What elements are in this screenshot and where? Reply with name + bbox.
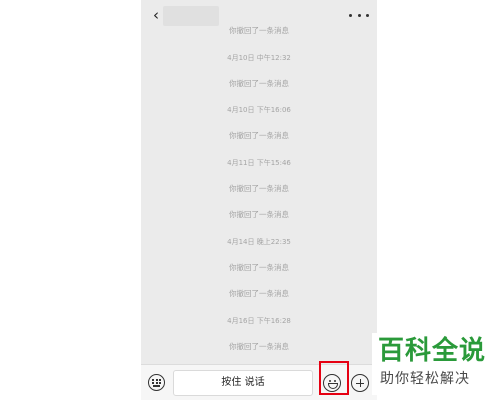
recall-notice: 你撤回了一条消息 <box>229 342 289 351</box>
hold-to-talk-button[interactable]: 按住 说话 <box>173 370 313 396</box>
emoji-highlight-box <box>319 361 349 395</box>
chat-title-blurred <box>163 6 219 26</box>
recall-notice: 你撤回了一条消息 <box>229 79 289 88</box>
timestamp: 4月16日 下午16:28 <box>227 317 291 325</box>
timestamp: 4月10日 中午12:32 <box>227 54 291 62</box>
recall-notice: 你撤回了一条消息 <box>229 184 289 193</box>
recall-notice: 你撤回了一条消息 <box>229 26 289 35</box>
watermark-title: 百科全说 <box>378 336 487 366</box>
watermark-logo: 百科全说 助你轻松解决 <box>372 333 500 395</box>
recall-notice: 你撤回了一条消息 <box>229 131 289 140</box>
recall-notice: 你撤回了一条消息 <box>229 289 289 298</box>
chat-screen: ‹ 你撤回了一条消息 4月10日 中午12:32 你撤回了一条消息 4月10日 … <box>141 0 377 400</box>
recall-notice: 你撤回了一条消息 <box>229 263 289 272</box>
plus-icon[interactable] <box>351 374 369 392</box>
more-dots-icon[interactable] <box>349 6 369 24</box>
timestamp: 4月11日 下午15:46 <box>227 159 291 167</box>
timestamp: 4月14日 晚上22:35 <box>227 238 291 246</box>
timestamp: 4月10日 下午16:06 <box>227 106 291 114</box>
watermark-subtitle: 助你轻松解决 <box>380 371 470 387</box>
keyboard-icon[interactable] <box>148 374 165 391</box>
recall-notice: 你撤回了一条消息 <box>229 210 289 219</box>
